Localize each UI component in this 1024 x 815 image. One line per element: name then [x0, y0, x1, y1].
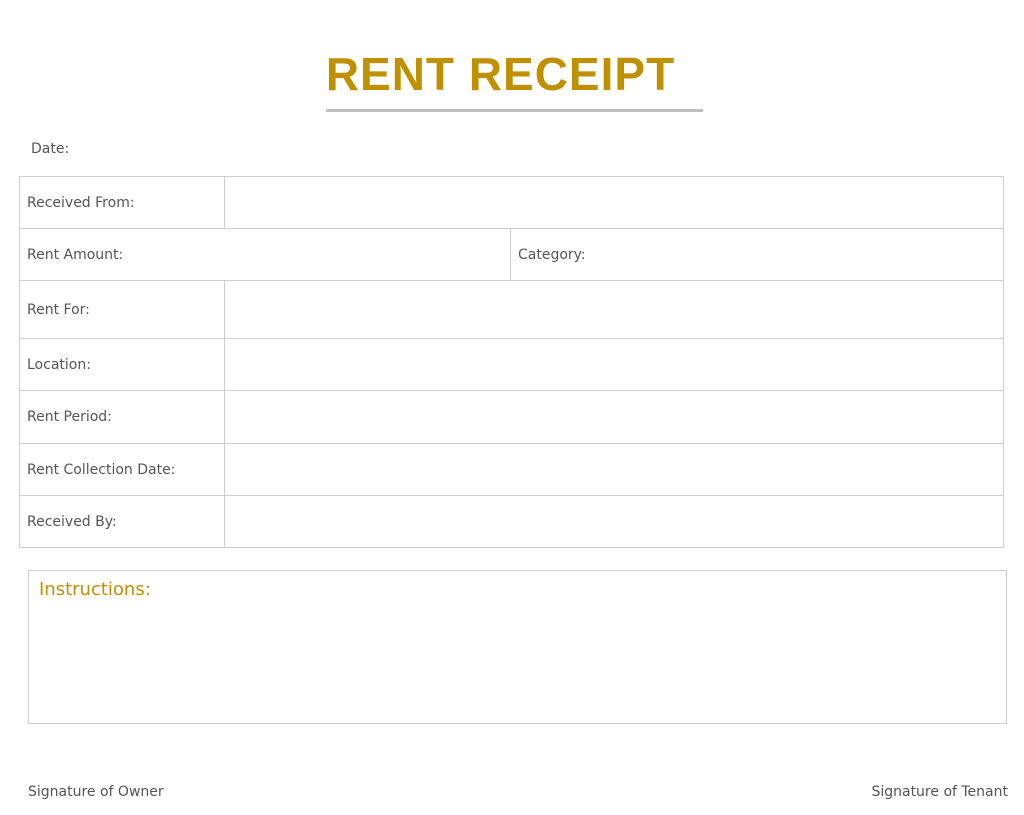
- received-by-field[interactable]: [224, 495, 1004, 548]
- rent-for-field[interactable]: [224, 280, 1004, 339]
- rent-amount-label[interactable]: Rent Amount:: [19, 228, 511, 281]
- received-by-label: Received By:: [19, 495, 225, 548]
- receipt-fields-table: Received From: Rent Amount: Category: Re…: [19, 176, 1004, 548]
- row-received-from: Received From:: [19, 176, 1004, 229]
- page-title: RENT RECEIPT: [325, 48, 676, 100]
- category-label[interactable]: Category:: [510, 228, 1004, 281]
- signature-owner-label: Signature of Owner: [28, 784, 164, 800]
- signature-tenant-label: Signature of Tenant: [871, 784, 1008, 800]
- rent-collection-date-label: Rent Collection Date:: [19, 443, 225, 496]
- title-underline: [326, 109, 703, 112]
- row-location: Location:: [19, 338, 1004, 391]
- date-label: Date:: [31, 141, 70, 157]
- row-rent-collection-date: Rent Collection Date:: [19, 443, 1004, 496]
- instructions-box[interactable]: Instructions:: [28, 570, 1007, 724]
- rent-for-label: Rent For:: [19, 280, 225, 339]
- instructions-label: Instructions:: [39, 579, 151, 600]
- received-from-field[interactable]: [224, 176, 1004, 229]
- rent-collection-date-field[interactable]: [224, 443, 1004, 496]
- received-from-label: Received From:: [19, 176, 225, 229]
- row-rent-for: Rent For:: [19, 280, 1004, 339]
- location-label: Location:: [19, 338, 225, 391]
- rent-period-label: Rent Period:: [19, 390, 225, 444]
- row-received-by: Received By:: [19, 495, 1004, 548]
- location-field[interactable]: [224, 338, 1004, 391]
- row-rent-period: Rent Period:: [19, 390, 1004, 444]
- rent-period-field[interactable]: [224, 390, 1004, 444]
- row-rent-amount: Rent Amount: Category:: [19, 228, 1004, 281]
